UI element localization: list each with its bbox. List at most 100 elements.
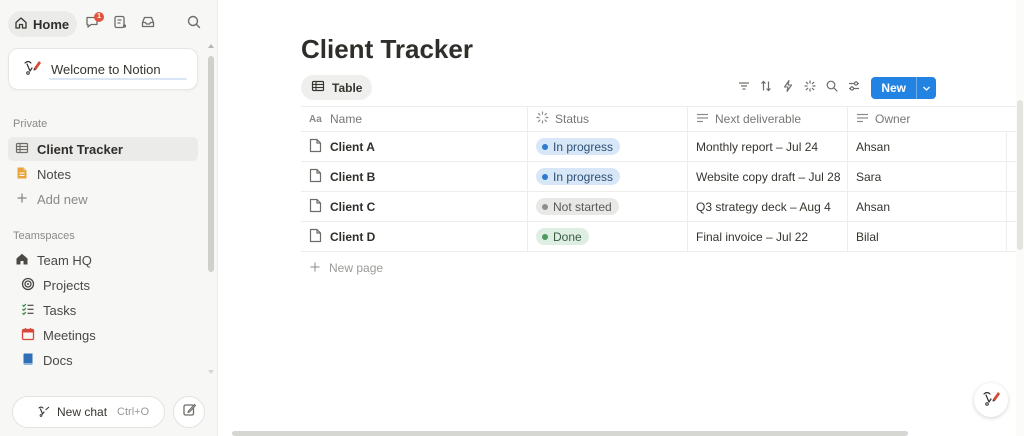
automation-button[interactable] [777,77,799,99]
page-icon [309,138,322,156]
sidebar-scrollbar[interactable] [207,44,214,374]
house-icon [15,252,29,269]
text-property-icon: Aa [309,112,324,127]
name-cell[interactable]: Client D [301,222,527,251]
welcome-progress-bar [49,78,187,80]
database-toolbar: New [733,77,936,99]
sidebar-item-label: Projects [43,277,90,293]
status-label: In progress [553,139,614,154]
name-cell[interactable]: Client B [301,162,527,191]
home-button[interactable]: Home [8,11,78,37]
sidebar-item-client-tracker[interactable]: Client Tracker [8,137,198,161]
status-cell[interactable]: In progress [527,132,687,161]
next-deliverable-cell[interactable]: Website copy draft – Jul 28 [687,162,847,191]
column-header-next-deliverable[interactable]: Next deliverable [687,107,847,131]
notion-ai-icon [980,387,1002,414]
chevron-down-icon[interactable] [916,77,936,99]
scroll-up-arrow-icon[interactable] [208,44,214,48]
inbox-button[interactable] [135,11,161,37]
status-badge: In progress [536,138,621,155]
search-button[interactable] [181,11,207,37]
sidebar-item-label: Client Tracker [37,141,123,157]
status-dot [542,143,548,150]
status-cell[interactable]: Not started [527,192,687,221]
scroll-down-arrow-icon[interactable] [208,370,214,374]
status-property-icon [536,111,549,127]
sidebar-item-projects[interactable]: Projects [8,273,198,297]
sidebar-item-docs[interactable]: Docs [8,348,198,372]
new-chat-button[interactable]: New chat Ctrl+O [12,396,165,428]
next-deliverable-cell[interactable]: Monthly report – Jul 24 [687,132,847,161]
tab-label: Table [332,80,363,95]
owner-cell[interactable]: Sara [847,162,1007,191]
status-label: In progress [553,169,614,184]
vertical-scroll-thumb[interactable] [1017,100,1023,250]
sidebar-item-team-hq[interactable]: Team HQ [8,248,198,272]
sidebar-item-meetings[interactable]: Meetings [8,323,198,347]
next-deliverable-cell[interactable]: Final invoice – Jul 22 [687,222,847,251]
next-deliverable-cell[interactable]: Q3 strategy deck – Aug 4 [687,192,847,221]
sidebar-scroll-thumb[interactable] [208,56,214,272]
vertical-scrollbar[interactable] [1016,0,1024,436]
horizontal-scrollbar[interactable] [232,431,908,436]
search-button[interactable] [821,77,843,99]
table-row[interactable]: Client C Not started Q3 strategy deck – … [301,192,1024,222]
teamspaces-section-label: Teamspaces [13,230,75,242]
ai-autofill-button[interactable] [799,77,821,99]
table-row[interactable]: Client B In progress Website copy draft … [301,162,1024,192]
sidebar-item-add-new[interactable]: Add new [8,187,198,211]
chat-button[interactable]: 1 [79,11,105,37]
notion-ai-icon [21,56,43,83]
settings-button[interactable] [843,77,865,99]
column-header-status[interactable]: Status [527,107,687,131]
owner-cell[interactable]: Ahsan [847,192,1007,221]
plus-icon [309,261,321,276]
checklist-icon [21,302,35,319]
column-header-owner[interactable]: Owner [847,107,1007,131]
status-badge: Done [536,228,589,245]
docs-icon [21,352,35,369]
page-title[interactable]: Client Tracker [301,34,473,65]
table-icon [15,141,29,158]
status-dot [542,203,548,210]
page-icon [15,166,29,183]
column-header-name[interactable]: Aa Name [301,107,527,131]
status-label: Not started [553,199,612,214]
owner-cell[interactable]: Ahsan [847,132,1007,161]
welcome-card[interactable]: Welcome to Notion [8,48,198,90]
table-row[interactable]: Client A In progress Monthly report – Ju… [301,132,1024,162]
status-dot [542,233,548,240]
column-label: Name [330,112,363,126]
owner-cell[interactable]: Bilal [847,222,1007,251]
page-icon [309,168,322,186]
new-record-button[interactable]: New [871,77,936,99]
status-cell[interactable]: In progress [527,162,687,191]
filter-button[interactable] [733,77,755,99]
private-section-label: Private [13,118,48,130]
name-cell[interactable]: Client C [301,192,527,221]
meeting-notes-button[interactable] [107,11,133,37]
notion-ai-button[interactable] [974,383,1008,417]
row-title: Client B [330,169,376,184]
table-row[interactable]: Client D Done Final invoice – Jul 22 Bil… [301,222,1024,252]
new-page-button[interactable]: New page [301,252,1024,284]
sidebar-item-tasks[interactable]: Tasks [8,298,198,322]
status-badge: Not started [536,198,619,215]
search-icon [825,79,839,98]
new-chat-shortcut: Ctrl+O [117,406,150,418]
status-dot [542,173,548,180]
name-cell[interactable]: Client A [301,132,527,161]
calendar-icon [21,327,35,344]
sidebar-item-notes[interactable]: Notes [8,162,198,186]
new-chat-label: New chat [57,405,108,419]
new-button-label[interactable]: New [871,77,916,99]
column-label: Owner [875,112,911,126]
sidebar-item-label: Add new [37,191,88,207]
database-table: Aa Name Status Next deliverable Owner Cl… [301,106,1024,284]
filter-icon [737,79,751,98]
status-cell[interactable]: Done [527,222,687,251]
tab-table-view[interactable]: Table [301,75,373,100]
sort-button[interactable] [755,77,777,99]
lines-property-icon [856,112,869,127]
compose-button[interactable] [173,396,205,428]
